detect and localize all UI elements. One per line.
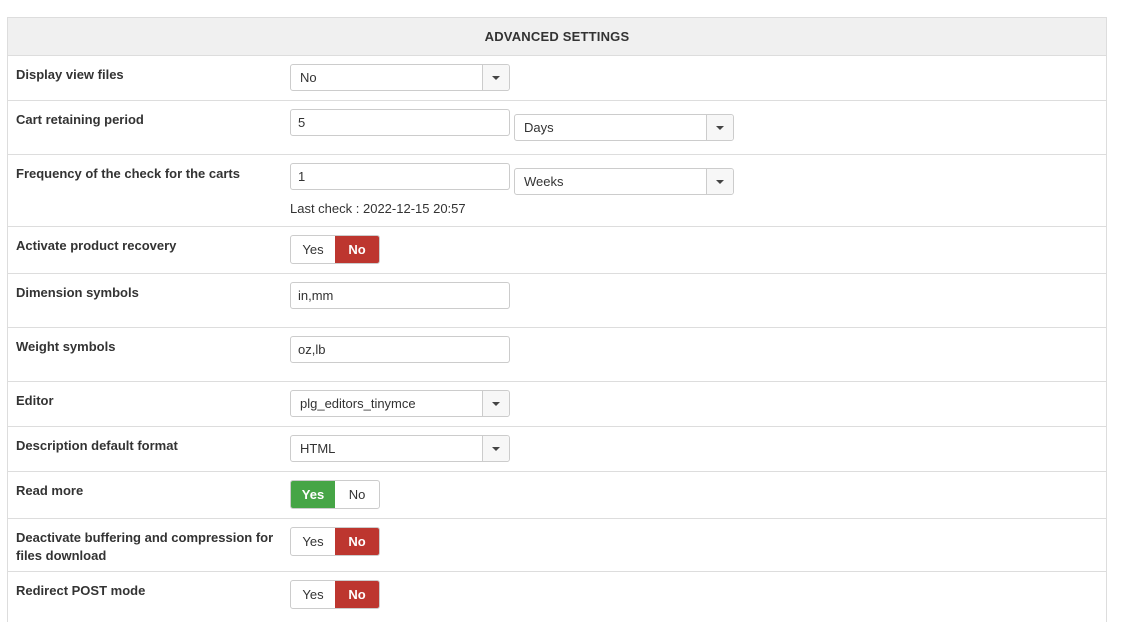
editor-value: plg_editors_tinymce (300, 396, 416, 411)
no-option[interactable]: No (335, 581, 379, 608)
check-frequency-value: 1 (298, 169, 306, 184)
cart-retaining-period-label: Cart retaining period (16, 112, 144, 127)
deactivate-buffering-label: Deactivate buffering and compression for… (16, 530, 274, 563)
last-check-text: Last check : 2022-12-15 20:57 (290, 201, 466, 216)
row-cart-retaining-period: Cart retaining period 5 Days (8, 101, 1106, 155)
deactivate-buffering-toggle[interactable]: Yes No (290, 527, 380, 556)
no-option[interactable]: No (335, 481, 379, 508)
row-display-view-files: Display view files No (8, 56, 1106, 101)
check-frequency-label: Frequency of the check for the carts (16, 166, 240, 181)
description-format-value: HTML (300, 441, 336, 456)
panel-title: ADVANCED SETTINGS (8, 18, 1106, 56)
yes-option[interactable]: Yes (291, 236, 335, 263)
row-weight-symbols: Weight symbols oz,lb (8, 328, 1106, 382)
display-view-files-label: Display view files (16, 67, 124, 82)
cart-retaining-unit-value: Days (524, 120, 554, 135)
description-format-select[interactable]: HTML (290, 435, 510, 462)
activate-product-recovery-label: Activate product recovery (16, 238, 177, 253)
read-more-toggle[interactable]: Yes No (290, 480, 380, 509)
redirect-post-mode-toggle[interactable]: Yes No (290, 580, 380, 609)
yes-option[interactable]: Yes (291, 481, 335, 508)
activate-product-recovery-toggle[interactable]: Yes No (290, 235, 380, 264)
editor-label: Editor (16, 393, 54, 408)
row-read-more: Read more Yes No (8, 472, 1106, 519)
cart-retaining-unit-select[interactable]: Days (514, 114, 734, 141)
chevron-down-icon[interactable] (706, 115, 733, 140)
editor-select[interactable]: plg_editors_tinymce (290, 390, 510, 417)
row-activate-product-recovery: Activate product recovery Yes No (8, 227, 1106, 274)
no-option[interactable]: No (335, 528, 379, 555)
chevron-down-icon[interactable] (482, 65, 509, 90)
dimension-symbols-label: Dimension symbols (16, 285, 139, 300)
weight-symbols-label: Weight symbols (16, 339, 116, 354)
description-format-label: Description default format (16, 438, 178, 453)
row-description-format: Description default format HTML (8, 427, 1106, 472)
cart-retaining-period-value: 5 (298, 115, 306, 130)
row-editor: Editor plg_editors_tinymce (8, 382, 1106, 427)
cart-retaining-period-input[interactable]: 5 (290, 109, 510, 136)
weight-symbols-input[interactable]: oz,lb (290, 336, 510, 363)
read-more-label: Read more (16, 483, 84, 498)
chevron-down-icon[interactable] (482, 436, 509, 461)
yes-option[interactable]: Yes (291, 528, 335, 555)
row-redirect-post-mode: Redirect POST mode Yes No (8, 572, 1106, 622)
no-option[interactable]: No (335, 236, 379, 263)
display-view-files-value: No (300, 70, 317, 85)
check-frequency-unit-value: Weeks (524, 174, 564, 189)
check-frequency-input[interactable]: 1 (290, 163, 510, 190)
display-view-files-select[interactable]: No (290, 64, 510, 91)
advanced-settings-panel: ADVANCED SETTINGS Display view files No … (7, 17, 1107, 622)
chevron-down-icon[interactable] (706, 169, 733, 194)
dimension-symbols-input[interactable]: in,mm (290, 282, 510, 309)
redirect-post-mode-label: Redirect POST mode (16, 583, 146, 598)
row-check-frequency: Frequency of the check for the carts 1 W… (8, 155, 1106, 227)
row-dimension-symbols: Dimension symbols in,mm (8, 274, 1106, 328)
check-frequency-unit-select[interactable]: Weeks (514, 168, 734, 195)
dimension-symbols-value: in,mm (298, 288, 334, 303)
weight-symbols-value: oz,lb (298, 342, 326, 357)
yes-option[interactable]: Yes (291, 581, 335, 608)
chevron-down-icon[interactable] (482, 391, 509, 416)
row-deactivate-buffering: Deactivate buffering and compression for… (8, 519, 1106, 572)
